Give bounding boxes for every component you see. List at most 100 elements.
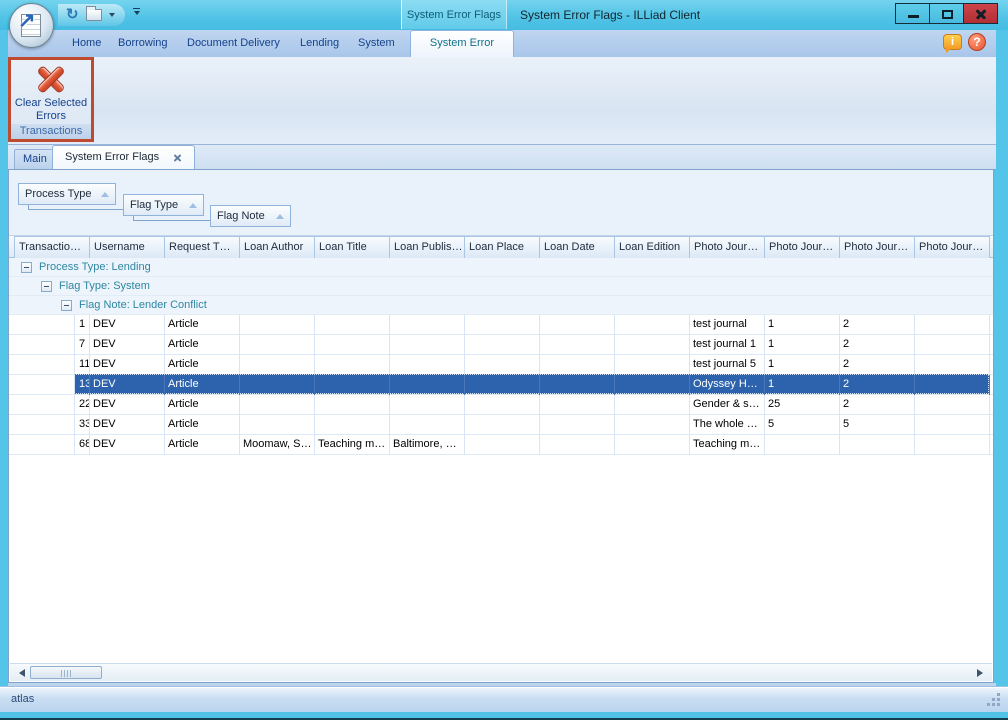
cell: [314, 395, 390, 415]
cell: [389, 355, 465, 375]
ribbon-group-label: Transactions: [11, 124, 91, 139]
table-row[interactable]: 13DEVArticleOdyssey H…12: [9, 375, 993, 395]
group-row-level-2[interactable]: Flag Note: Lender Conflict: [9, 296, 993, 315]
column-header-1[interactable]: Username: [89, 236, 165, 258]
close-button[interactable]: [963, 3, 998, 24]
scrollbar-thumb[interactable]: [30, 666, 102, 679]
document-tab-label: System Error Flags: [65, 146, 159, 169]
ribbon-tab-document-delivery[interactable]: Document Delivery: [183, 30, 284, 57]
column-header-8[interactable]: Loan Edition: [614, 236, 690, 258]
column-header-5[interactable]: Loan Publis…: [389, 236, 465, 258]
collapse-icon[interactable]: [61, 300, 72, 311]
cell: DEV: [89, 435, 165, 455]
column-header-3[interactable]: Loan Author: [239, 236, 315, 258]
cell: [239, 375, 315, 395]
cell: Article: [164, 335, 240, 355]
customize-toolbar-icon[interactable]: [132, 8, 141, 15]
cell: [914, 375, 990, 395]
table-row[interactable]: 7DEVArticletest journal 112: [9, 335, 993, 355]
cell: [539, 375, 615, 395]
column-header-12[interactable]: Photo Jour…: [914, 236, 990, 258]
tab-close-icon[interactable]: [173, 153, 182, 162]
maximize-button[interactable]: [929, 3, 964, 24]
column-header-4[interactable]: Loan Title: [314, 236, 390, 258]
horizontal-scrollbar[interactable]: [10, 663, 992, 681]
group-by-field-flag-note[interactable]: Flag Note: [210, 205, 291, 227]
scroll-left-icon[interactable]: [19, 669, 25, 677]
cell: [764, 435, 840, 455]
title-bar: System Error Flags System Error Flags - …: [0, 0, 1008, 30]
dropdown-arrow-icon[interactable]: [109, 13, 115, 17]
cell: [539, 395, 615, 415]
collapse-icon[interactable]: [41, 281, 52, 292]
cell: DEV: [89, 395, 165, 415]
group-by-field-process-type[interactable]: Process Type: [18, 183, 116, 205]
cell: 33: [74, 415, 90, 435]
info-icon[interactable]: i: [943, 34, 962, 50]
ribbon-tab-system[interactable]: System: [354, 30, 399, 57]
clear-selected-errors-button[interactable]: Clear Selected Errors: [11, 60, 91, 124]
document-tab-system-error-flags[interactable]: System Error Flags: [52, 145, 195, 169]
sort-asc-icon: [276, 214, 284, 219]
resize-grip-icon[interactable]: [997, 703, 1000, 706]
group-by-panel[interactable]: Process Type Flag Type Flag Note: [9, 170, 993, 236]
table-row[interactable]: 68DEVArticleMoomaw, S…Teaching m…Baltimo…: [9, 435, 993, 455]
cell: 11: [74, 355, 90, 375]
column-header-11[interactable]: Photo Jour…: [839, 236, 915, 258]
cell: DEV: [89, 335, 165, 355]
table-row[interactable]: 11DEVArticletest journal 512: [9, 355, 993, 375]
cell: test journal 1: [689, 335, 765, 355]
column-header-2[interactable]: Request T…: [164, 236, 240, 258]
cell: [914, 315, 990, 335]
group-by-field-flag-type[interactable]: Flag Type: [123, 194, 204, 216]
minimize-button[interactable]: [895, 3, 930, 24]
cell: [839, 435, 915, 455]
cell: 1: [764, 375, 840, 395]
cell: [389, 315, 465, 335]
ribbon-tab-system-error-flags[interactable]: System Error Flags: [410, 30, 514, 57]
cell: [539, 315, 615, 335]
cell: Article: [164, 375, 240, 395]
column-header-7[interactable]: Loan Date: [539, 236, 615, 258]
application-menu-button[interactable]: ↗: [9, 3, 54, 48]
table-row[interactable]: 33DEVArticleThe whole …55: [9, 415, 993, 435]
cell: [464, 375, 540, 395]
cell: 1: [764, 355, 840, 375]
cell: [239, 415, 315, 435]
table-row[interactable]: 22DEVArticleGender & s…252: [9, 395, 993, 415]
cell: Article: [164, 355, 240, 375]
ribbon-tab-borrowing[interactable]: Borrowing: [114, 30, 172, 57]
column-header-6[interactable]: Loan Place: [464, 236, 540, 258]
document-tab-strip: Main System Error Flags: [8, 145, 996, 170]
cell: Baltimore, …: [389, 435, 465, 455]
cell: 7: [74, 335, 90, 355]
new-folder-icon[interactable]: [86, 9, 102, 21]
column-header-9[interactable]: Photo Jour…: [689, 236, 765, 258]
collapse-icon[interactable]: [21, 262, 32, 273]
column-header-10[interactable]: Photo Jour…: [764, 236, 840, 258]
cell: Article: [164, 415, 240, 435]
quick-access-toolbar: ↻: [58, 4, 125, 26]
cell: [464, 315, 540, 335]
ribbon-tab-home[interactable]: Home: [68, 30, 105, 57]
group-row-level-0[interactable]: Process Type: Lending: [9, 258, 993, 277]
cell: test journal: [689, 315, 765, 335]
column-header-0[interactable]: Transactio…: [14, 236, 90, 258]
group-row-level-1[interactable]: Flag Type: System: [9, 277, 993, 296]
illiad-app-arrow-icon: ↗: [18, 8, 36, 33]
cell: [464, 355, 540, 375]
scroll-right-icon[interactable]: [977, 669, 983, 677]
group-by-field-label: Flag Note: [217, 210, 265, 222]
sort-asc-icon: [101, 192, 109, 197]
ribbon-tab-lending[interactable]: Lending: [296, 30, 343, 57]
cell: 25: [764, 395, 840, 415]
cell: DEV: [89, 315, 165, 335]
document-tab-main[interactable]: Main: [14, 149, 56, 169]
status-text: atlas: [11, 693, 34, 705]
cell: [614, 335, 690, 355]
refresh-icon[interactable]: ↻: [66, 8, 79, 22]
cell: [464, 435, 540, 455]
table-row[interactable]: 1DEVArticletest journal12: [9, 315, 993, 335]
cell: [389, 415, 465, 435]
help-icon[interactable]: ?: [968, 33, 986, 51]
